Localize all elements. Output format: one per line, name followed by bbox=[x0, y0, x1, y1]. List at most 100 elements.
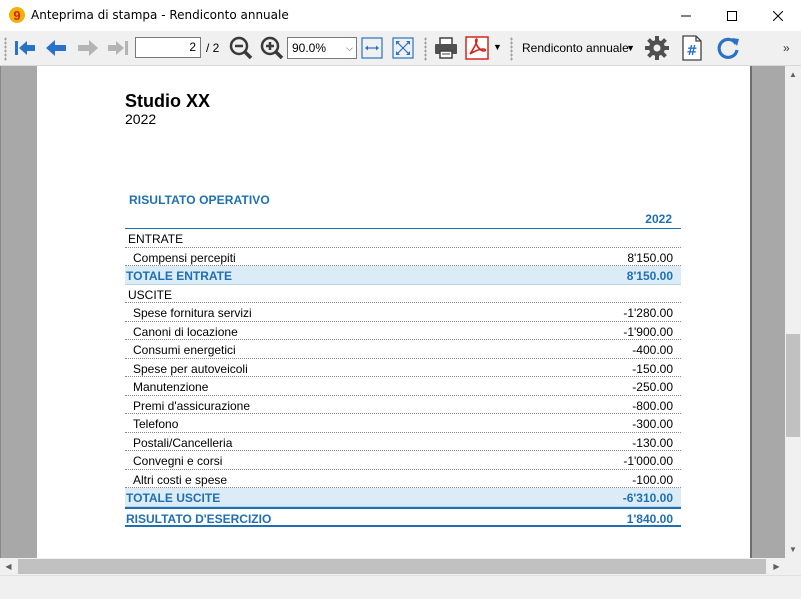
zoom-in-button[interactable] bbox=[258, 34, 286, 62]
row-amount: -400.00 bbox=[632, 343, 673, 357]
row-amount: 8'150.00 bbox=[627, 250, 673, 265]
row-label: Spese fornitura servizi bbox=[133, 306, 252, 320]
row-label: Altri costi e spese bbox=[133, 472, 228, 487]
row-label: Manutenzione bbox=[133, 380, 209, 394]
settings-icon bbox=[645, 36, 669, 60]
first-page-icon bbox=[15, 41, 35, 55]
settings-button[interactable] bbox=[643, 34, 671, 62]
group-row: USCITE bbox=[125, 285, 681, 303]
print-icon bbox=[435, 37, 457, 59]
row-label: Canoni di locazione bbox=[133, 324, 238, 339]
close-button[interactable] bbox=[755, 0, 801, 31]
scroll-right-icon[interactable]: ▶ bbox=[768, 558, 785, 575]
row-label: Premi d'assicurazione bbox=[133, 398, 251, 413]
row-label: Telefono bbox=[133, 417, 179, 431]
row-amount: -1'000.00 bbox=[623, 454, 673, 468]
minimize-icon bbox=[681, 15, 691, 16]
row-label: Spese per autoveicoli bbox=[133, 361, 248, 376]
report-page: Studio XX 2022 RISULTATO OPERATIVO 2022 … bbox=[37, 66, 750, 558]
row-label: TOTALE ENTRATE bbox=[126, 269, 232, 283]
report-table: ENTRATE Compensi percepiti 8'150.00 TOTALE … bbox=[125, 229, 681, 527]
row-label: ENTRATE bbox=[128, 232, 184, 246]
horizontal-scroll-thumb[interactable] bbox=[18, 559, 766, 574]
total-row: TOTALE USCITE -6'310.00 bbox=[125, 488, 681, 507]
toolbar-grip[interactable] bbox=[424, 37, 427, 61]
toolbar-grip[interactable] bbox=[510, 37, 513, 61]
fit-page-button[interactable] bbox=[389, 34, 417, 62]
prev-page-button[interactable] bbox=[42, 34, 70, 62]
pdf-icon bbox=[465, 36, 489, 60]
fit-width-icon bbox=[361, 37, 383, 59]
page-number-button[interactable]: # bbox=[678, 34, 706, 62]
minimize-button[interactable] bbox=[663, 0, 709, 31]
row-label: TOTALE USCITE bbox=[126, 491, 221, 505]
row-amount: 8'150.00 bbox=[626, 269, 673, 283]
table-row: Compensi percepiti 8'150.00 bbox=[125, 248, 681, 266]
row-label: USCITE bbox=[128, 287, 173, 302]
scroll-down-icon[interactable]: ▼ bbox=[785, 541, 801, 558]
total-row: TOTALE ENTRATE 8'150.00 bbox=[125, 266, 681, 285]
vertical-scroll-thumb[interactable] bbox=[786, 334, 800, 437]
table-row: Spese per autoveicoli -150.00 bbox=[125, 359, 681, 377]
row-label: Postali/Cancelleria bbox=[133, 435, 233, 450]
fit-width-button[interactable] bbox=[358, 34, 386, 62]
report-select-value: Rendiconto annuale bbox=[522, 41, 629, 55]
toolbar-overflow-button[interactable]: » bbox=[783, 41, 790, 55]
title-bar: 9 Anteprima di stampa - Rendiconto annua… bbox=[0, 0, 801, 31]
table-row: Spese fornitura servizi -1'280.00 bbox=[125, 303, 681, 322]
print-button[interactable] bbox=[432, 34, 460, 62]
next-page-button[interactable] bbox=[74, 34, 102, 62]
zoom-value: 90.0% bbox=[292, 41, 327, 55]
section-title: RISULTATO OPERATIVO bbox=[129, 193, 270, 207]
row-amount: -300.00 bbox=[632, 417, 673, 431]
row-amount: -150.00 bbox=[632, 361, 673, 376]
maximize-icon bbox=[727, 10, 737, 21]
final-row: RISULTATO D'ESERCIZIO 1'840.00 bbox=[125, 506, 681, 527]
row-amount: -250.00 bbox=[632, 380, 673, 394]
toolbar: 2 / 2 90.0% ⌵ ▼ Rendiconto annuale ▼ # » bbox=[0, 31, 801, 66]
refresh-icon bbox=[717, 37, 739, 59]
table-row: Premi d'assicurazione -800.00 bbox=[125, 396, 681, 414]
vertical-scrollbar[interactable]: ▲ ▼ bbox=[785, 66, 801, 558]
first-page-button[interactable] bbox=[11, 34, 39, 62]
toolbar-grip[interactable] bbox=[4, 37, 7, 61]
chevron-down-icon: ▼ bbox=[626, 43, 635, 53]
preview-area[interactable]: Studio XX 2022 RISULTATO OPERATIVO 2022 … bbox=[0, 66, 785, 558]
table-row: Consumi energetici -400.00 bbox=[125, 340, 681, 359]
zoom-out-button[interactable] bbox=[227, 34, 255, 62]
report-select[interactable]: Rendiconto annuale ▼ bbox=[517, 37, 637, 59]
row-label: Consumi energetici bbox=[133, 343, 236, 357]
row-amount: 1'840.00 bbox=[626, 511, 673, 526]
table-row: Convegni e corsi -1'000.00 bbox=[125, 451, 681, 470]
scroll-up-icon[interactable]: ▲ bbox=[785, 66, 801, 83]
row-label: RISULTATO D'ESERCIZIO bbox=[126, 511, 272, 526]
pdf-button[interactable] bbox=[463, 34, 491, 62]
refresh-button[interactable] bbox=[714, 34, 742, 62]
chevron-down-icon: ⌵ bbox=[346, 43, 353, 53]
group-row: ENTRATE bbox=[125, 229, 681, 248]
status-bar bbox=[0, 575, 801, 599]
fit-page-icon bbox=[392, 37, 414, 59]
page-number-icon: # bbox=[682, 35, 702, 61]
page-total: / 2 bbox=[206, 41, 220, 55]
maximize-button[interactable] bbox=[709, 0, 755, 31]
page-number-input[interactable]: 2 bbox=[135, 37, 201, 58]
row-amount: -100.00 bbox=[632, 472, 673, 487]
table-row: Postali/Cancelleria -130.00 bbox=[125, 433, 681, 451]
table-row: Altri costi e spese -100.00 bbox=[125, 470, 681, 488]
horizontal-scrollbar[interactable]: ◀ ▶ bbox=[0, 558, 785, 575]
pdf-dropdown-icon[interactable]: ▼ bbox=[493, 42, 502, 52]
svg-text:#: # bbox=[687, 44, 698, 59]
svg-text:9: 9 bbox=[13, 8, 20, 23]
row-amount: -1'280.00 bbox=[623, 306, 673, 320]
window-title: Anteprima di stampa - Rendiconto annuale bbox=[31, 8, 289, 22]
table-row: Telefono -300.00 bbox=[125, 414, 681, 433]
scroll-left-icon[interactable]: ◀ bbox=[0, 558, 17, 575]
row-amount: -6'310.00 bbox=[622, 491, 673, 505]
last-page-button[interactable] bbox=[104, 34, 132, 62]
next-page-icon bbox=[78, 40, 98, 56]
row-amount: -800.00 bbox=[632, 398, 673, 413]
row-label: Convegni e corsi bbox=[133, 454, 223, 468]
zoom-select[interactable]: 90.0% ⌵ bbox=[287, 37, 357, 59]
table-row: Canoni di locazione -1'900.00 bbox=[125, 322, 681, 340]
